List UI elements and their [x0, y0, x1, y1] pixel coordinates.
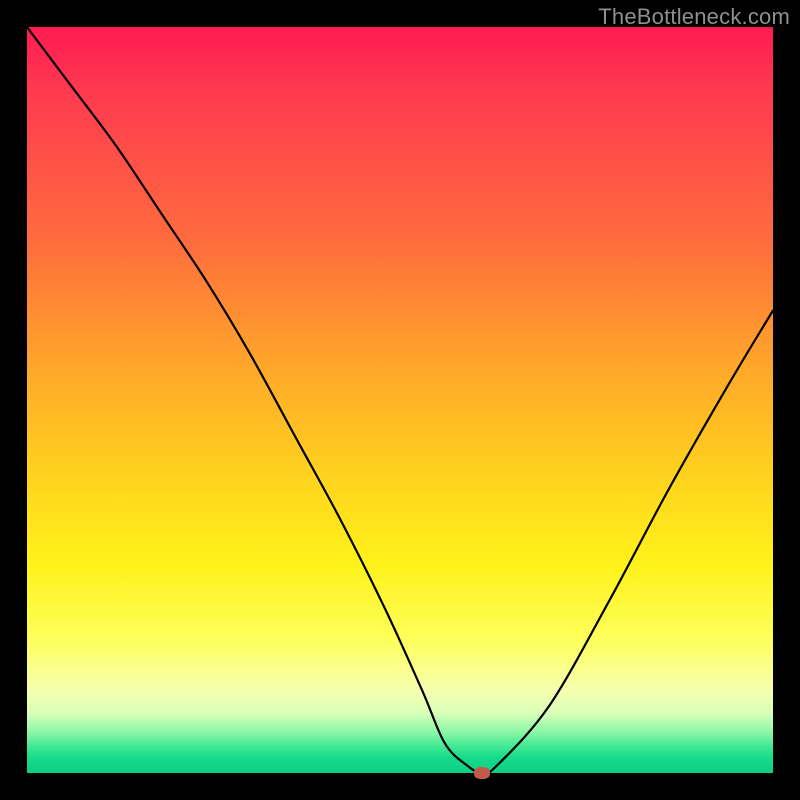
chart-frame: TheBottleneck.com	[0, 0, 800, 800]
bottleneck-curve	[27, 27, 773, 773]
watermark-text: TheBottleneck.com	[598, 4, 790, 30]
optimal-point-marker	[474, 767, 490, 779]
